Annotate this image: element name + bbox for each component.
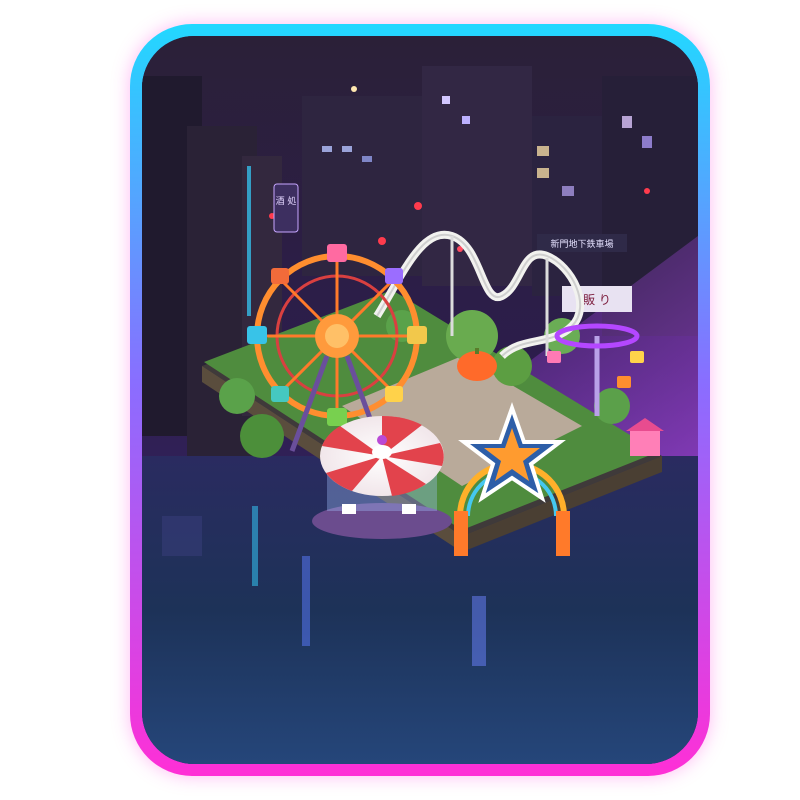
card-artwork[interactable]: 酒 処 新門地下鉄車場 販 り (142, 36, 698, 764)
vertical-sign-text: 酒 処 (276, 195, 297, 207)
station-sign: 新門地下鉄車場 (537, 234, 627, 252)
shop-sign: 販 り (562, 286, 632, 312)
station-sign-text: 新門地下鉄車場 (550, 238, 613, 250)
shop-sign-text: 販 り (583, 293, 611, 307)
vertical-neon-sign: 酒 処 (273, 183, 299, 233)
scene-svg: 酒 処 新門地下鉄車場 販 り (142, 36, 698, 764)
game-card-stage: 酒 処 新門地下鉄車場 販 り (0, 0, 800, 800)
carousel-icon[interactable] (312, 415, 452, 539)
